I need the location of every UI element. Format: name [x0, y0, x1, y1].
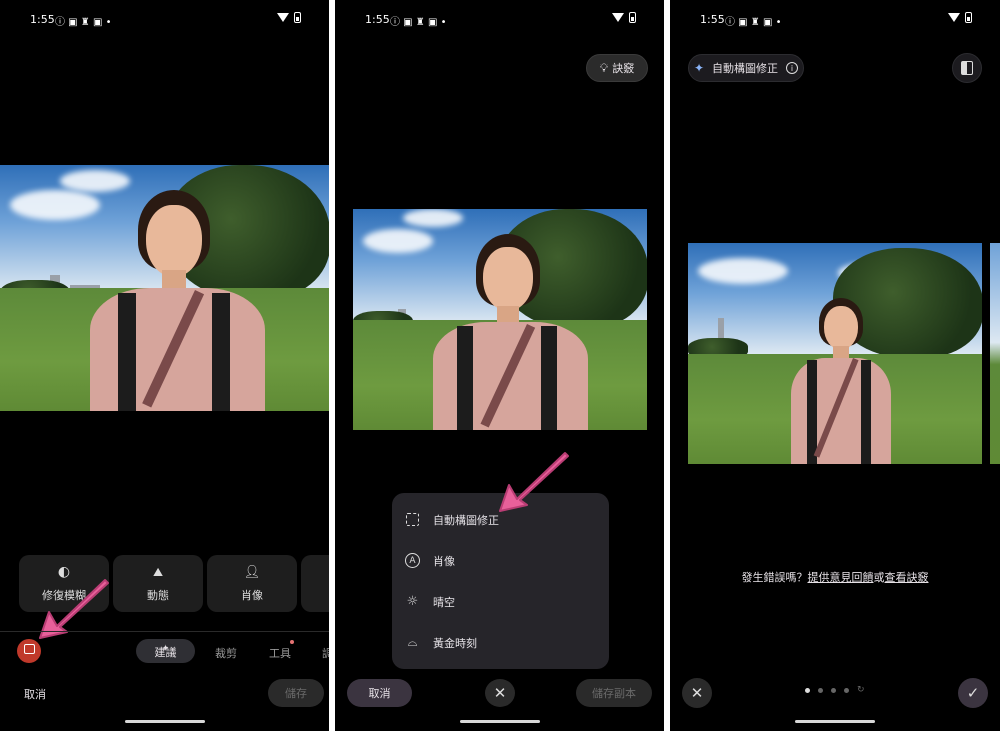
- tab-crop[interactable]: 裁剪: [215, 645, 237, 661]
- save-label: 儲存: [285, 687, 307, 700]
- status-bar: 1:55 ⓘ ▣ ♜ ▣ •: [670, 10, 1000, 30]
- portrait-icon: A: [404, 552, 421, 569]
- mountain-icon: ⛰: [152, 564, 164, 579]
- check-icon: ✓: [966, 684, 980, 702]
- feedback-conjunction: 或: [873, 571, 885, 584]
- menu-item-label: 肖像: [433, 554, 455, 568]
- suggestions-menu: 自動構圖修正 A 肖像 ☼ 晴空 ⌓ 黃金時刻: [392, 493, 609, 669]
- cancel-button[interactable]: 取消: [347, 679, 412, 707]
- tips-label: 訣竅: [612, 62, 635, 75]
- page-dot: [805, 687, 810, 693]
- sun-icon: ☼: [406, 594, 419, 609]
- home-indicator: [124, 720, 205, 723]
- confirm-button[interactable]: ✓: [958, 678, 988, 708]
- photo-preview[interactable]: [353, 209, 647, 430]
- cancel-button[interactable]: 取消: [24, 686, 46, 702]
- pagination-dots: ↻: [805, 685, 865, 695]
- magic-edit-button[interactable]: [17, 639, 41, 663]
- tips-link[interactable]: 查看訣竅: [885, 571, 929, 584]
- page-dot: [818, 687, 823, 693]
- tool-tile-dynamic[interactable]: ⛰ 動態: [113, 555, 203, 612]
- notification-icons: ⓘ ▣ ♜ ▣ •: [725, 17, 782, 28]
- save-copy-label: 儲存副本: [592, 687, 636, 700]
- tips-button[interactable]: 💡︎ 訣竅: [586, 54, 648, 82]
- info-icon: i: [786, 62, 799, 74]
- tool-label: 動態: [147, 588, 169, 602]
- close-icon: ✕: [690, 684, 704, 702]
- pink-arrow-annotation: [499, 452, 569, 512]
- status-icons-right: [277, 12, 301, 23]
- page-dot: [831, 687, 836, 693]
- cancel-label: 取消: [368, 687, 391, 700]
- page-dot: [844, 687, 849, 693]
- tab-suggestions[interactable]: ✦ 建議: [136, 639, 195, 663]
- editor-panel-menu: 1:55 ⓘ ▣ ♜ ▣ • 💡︎ 訣竅 自動構圖修正 A 肖像 ☼ 晴空 ⌓ …: [335, 0, 664, 731]
- sparkle-icon: ✦: [693, 61, 705, 75]
- reframed-photo[interactable]: [688, 243, 982, 464]
- tab-more[interactable]: 調: [322, 645, 329, 661]
- chip-label: 自動構圖修正: [712, 62, 779, 75]
- menu-item-portrait[interactable]: A 肖像: [392, 540, 609, 581]
- feedback-prefix: 發生錯誤嗎？: [741, 571, 808, 584]
- save-copy-button[interactable]: 儲存副本: [576, 679, 652, 707]
- close-button[interactable]: ✕: [485, 679, 515, 707]
- menu-item-label: 黃金時刻: [433, 636, 477, 650]
- next-suggestion-preview[interactable]: [990, 243, 1000, 464]
- feedback-text: 發生錯誤嗎？提供意見回饋或查看訣竅: [670, 569, 1000, 585]
- battery-icon: [629, 12, 636, 23]
- status-icons-right: [612, 12, 636, 23]
- tool-tile-partial[interactable]: [301, 555, 329, 612]
- notification-icons: ⓘ ▣ ♜ ▣ •: [55, 17, 112, 28]
- sunset-icon: ⌓: [407, 635, 418, 649]
- revert-icon: ↻: [857, 685, 865, 695]
- tool-tile-portrait[interactable]: 👤︎ 肖像: [207, 555, 297, 612]
- home-indicator: [795, 720, 875, 723]
- tool-label: 肖像: [241, 588, 263, 602]
- lightbulb-icon: 💡︎: [599, 60, 609, 75]
- notification-dot: [290, 640, 294, 644]
- photo-preview[interactable]: [0, 165, 329, 411]
- image-sparkle-icon: [23, 644, 35, 654]
- frame-icon: [404, 511, 421, 528]
- tab-tools[interactable]: 工具: [269, 645, 291, 661]
- status-time: 1:55: [365, 13, 390, 26]
- menu-item-clear-sky[interactable]: ☼ 晴空: [392, 581, 609, 622]
- editor-panel-reframe: 1:55 ⓘ ▣ ♜ ▣ • ✦ 自動構圖修正 i 發生錯誤嗎？提供意見回饋或查…: [670, 0, 1000, 731]
- editor-tabs: ✦ 建議 裁剪 工具 調: [0, 639, 329, 664]
- battery-icon: [294, 12, 301, 23]
- menu-item-golden-hour[interactable]: ⌓ 黃金時刻: [392, 622, 609, 663]
- status-bar: 1:55 ⓘ ▣ ♜ ▣ •: [0, 10, 329, 30]
- editor-panel-suggestions: 1:55 ⓘ ▣ ♜ ▣ • ◐ 修復模糊 ⛰ 動態 👤︎ 肖像 ✦ 建議 裁剪…: [0, 0, 329, 731]
- person-icon: 👤︎: [243, 564, 261, 580]
- status-bar: 1:55 ⓘ ▣ ♜ ▣ •: [335, 10, 664, 30]
- save-button[interactable]: 儲存: [268, 679, 324, 707]
- feedback-link[interactable]: 提供意見回饋: [808, 571, 874, 584]
- battery-icon: [965, 12, 972, 23]
- menu-item-label: 自動構圖修正: [433, 513, 499, 527]
- status-time: 1:55: [30, 13, 55, 26]
- home-indicator: [459, 720, 540, 723]
- status-icons-right: [948, 12, 972, 23]
- auto-reframe-chip[interactable]: ✦ 自動構圖修正 i: [688, 54, 804, 82]
- wifi-icon: [948, 13, 960, 22]
- tab-label: 建議: [154, 646, 177, 659]
- close-icon: ✕: [493, 684, 507, 702]
- menu-item-label: 晴空: [433, 595, 455, 609]
- status-time: 1:55: [700, 13, 725, 26]
- wifi-icon: [612, 13, 624, 22]
- compare-button[interactable]: [952, 53, 982, 83]
- notification-icons: ⓘ ▣ ♜ ▣ •: [390, 17, 447, 28]
- compare-icon: [961, 61, 973, 75]
- close-button[interactable]: ✕: [682, 678, 712, 708]
- wifi-icon: [277, 13, 289, 22]
